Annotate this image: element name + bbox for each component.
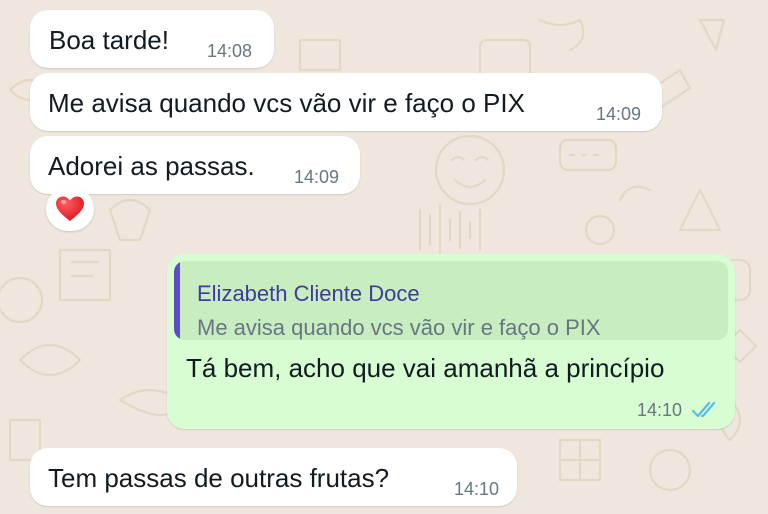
message-time: 14:09 bbox=[596, 104, 642, 124]
incoming-message[interactable]: Boa tarde! 14:08 bbox=[30, 10, 274, 68]
message-text: Tá bem, acho que vai amanhã a princípio bbox=[186, 353, 665, 383]
incoming-message[interactable]: Me avisa quando vcs vão vir e faço o PIX… bbox=[30, 73, 662, 131]
message-text: Adorei as passas. bbox=[48, 151, 255, 181]
incoming-message[interactable]: Tem passas de outras frutas? 14:10 bbox=[30, 448, 517, 506]
message-time: 14:10 bbox=[637, 400, 683, 420]
quoted-reply[interactable]: Elizabeth Cliente Doce Me avisa quando v… bbox=[174, 261, 728, 340]
message-time: 14:10 bbox=[454, 479, 500, 499]
heart-icon bbox=[56, 196, 84, 221]
quote-accent-bar bbox=[174, 261, 180, 340]
quote-author: Elizabeth Cliente Doce bbox=[197, 281, 420, 306]
outgoing-message[interactable]: Elizabeth Cliente Doce Me avisa quando v… bbox=[167, 254, 735, 429]
message-text: Tem passas de outras frutas? bbox=[48, 463, 390, 493]
message-reaction[interactable] bbox=[46, 187, 94, 231]
read-double-check-icon bbox=[691, 401, 716, 418]
chat-thread: Boa tarde! 14:08 Me avisa quando vcs vão… bbox=[0, 0, 768, 514]
incoming-message[interactable]: Adorei as passas. 14:09 bbox=[30, 136, 360, 194]
message-text: Me avisa quando vcs vão vir e faço o PIX bbox=[48, 88, 525, 118]
message-time: 14:09 bbox=[294, 167, 340, 187]
message-text: Boa tarde! bbox=[49, 25, 169, 55]
message-time: 14:08 bbox=[207, 41, 253, 61]
quote-text: Me avisa quando vcs vão vir e faço o PIX bbox=[197, 315, 601, 340]
